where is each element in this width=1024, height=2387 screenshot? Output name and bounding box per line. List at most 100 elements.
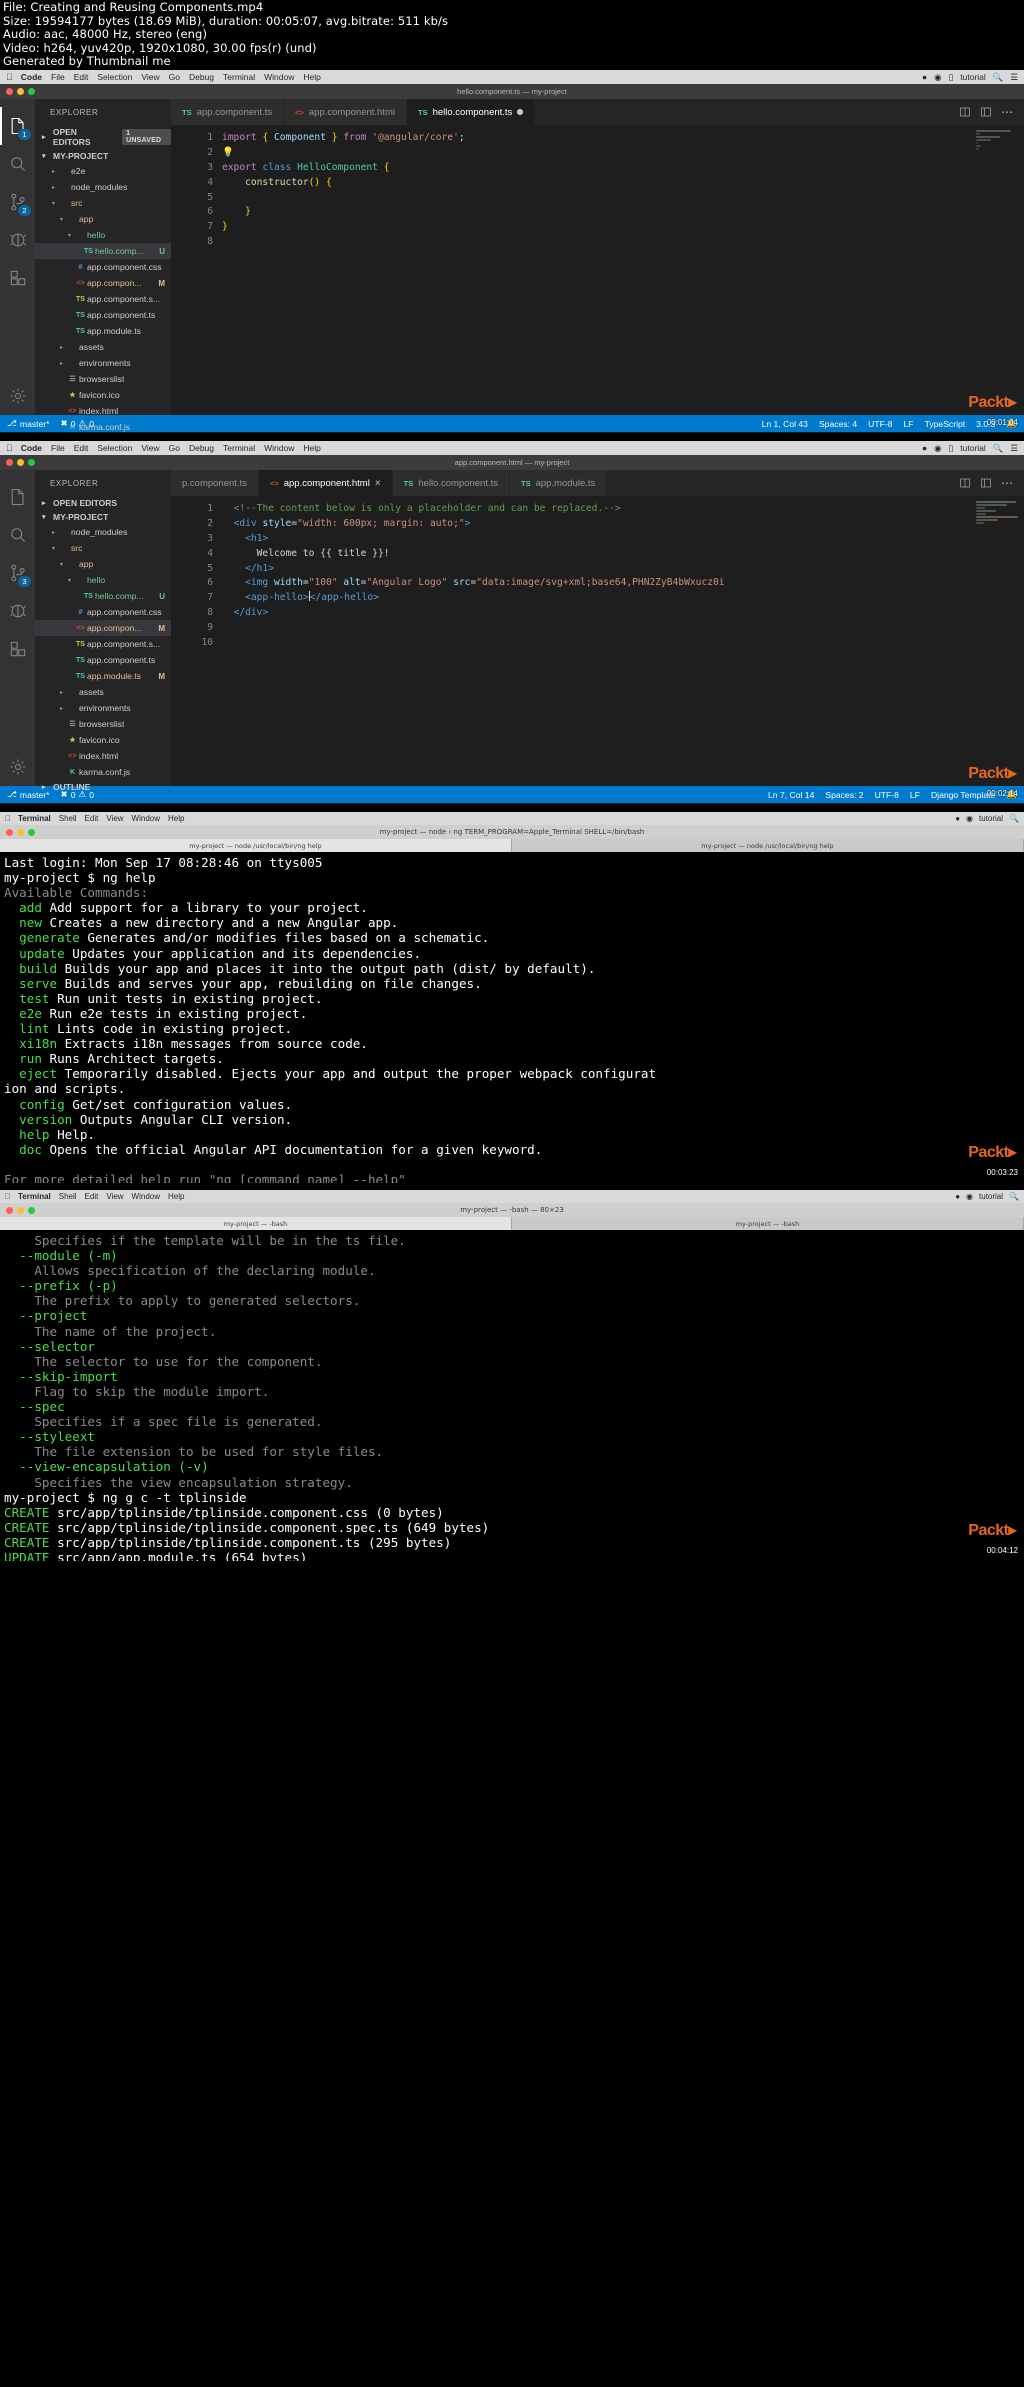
wifi-icon[interactable]: ◉ — [966, 814, 973, 823]
file-tree-row[interactable]: TS hello.comp... U — [35, 243, 171, 259]
status-encoding[interactable]: UTF-8 — [868, 419, 892, 429]
file-tree-row[interactable]: ▾ app — [35, 211, 171, 227]
activity-settings[interactable] — [0, 748, 35, 786]
user-menu[interactable]: tutorial — [979, 1192, 1003, 1201]
status-cursor-position[interactable]: Ln 7, Col 14 — [768, 790, 814, 800]
display-icon[interactable]: ▯ — [949, 443, 954, 454]
menu-edit[interactable]: Edit — [85, 1192, 99, 1201]
status-indentation[interactable]: Spaces: 4 — [819, 419, 857, 429]
menu-terminal[interactable]: Terminal — [223, 72, 255, 82]
battery-icon[interactable]: ● — [922, 72, 927, 82]
menu-terminal[interactable]: Terminal — [223, 443, 255, 453]
activity-extensions[interactable] — [0, 630, 35, 668]
menu-view[interactable]: View — [106, 814, 123, 823]
file-tree-row[interactable]: ★ favicon.ico — [35, 732, 171, 748]
file-tree-row[interactable]: # app.component.css — [35, 259, 171, 275]
code-editor[interactable]: 1 2 3 4 5 6 7 8 import { Component } from '@ang… — [171, 125, 1024, 415]
apple-logo-icon[interactable]:  — [6, 443, 13, 453]
user-menu[interactable]: tutorial — [979, 814, 1003, 823]
activity-search[interactable] — [0, 145, 35, 183]
battery-icon[interactable]: ● — [955, 814, 960, 823]
status-eol[interactable]: LF — [904, 419, 914, 429]
menu-help[interactable]: Help — [303, 72, 320, 82]
file-tree-row[interactable]: Kkarma.conf.js — [35, 419, 171, 433]
spotlight-search-icon[interactable]: 🔍 — [1009, 1192, 1019, 1201]
section-my-project[interactable]: ▾ MY-PROJECT — [35, 149, 171, 163]
code-content[interactable]: import { Component } from '@angular/core… — [222, 125, 971, 415]
terminal-tab-1[interactable]: my-project — node /usr/local/bin/ng help — [0, 839, 512, 852]
apple-logo-icon[interactable]:  — [5, 814, 11, 823]
file-tree-row[interactable]: <> app.compon... M — [35, 275, 171, 291]
file-tree-row[interactable]: ▸ assets — [35, 684, 171, 700]
terminal-tab-2[interactable]: my-project — node /usr/local/bin/ng help — [512, 839, 1024, 852]
menu-selection[interactable]: Selection — [97, 443, 132, 453]
file-tree-row[interactable]: TS app.module.ts M — [35, 668, 171, 684]
notification-center-icon[interactable]: ☰ — [1010, 72, 1018, 83]
terminal-output[interactable]: Last login: Mon Sep 17 08:28:46 on ttys0… — [0, 852, 1024, 1183]
status-errors[interactable]: ✖ 0 ⚠ 0 — [61, 789, 94, 800]
file-tree-row[interactable]: TS app.component.ts — [35, 652, 171, 668]
menu-code[interactable]: Code — [21, 443, 42, 453]
file-tree-row[interactable]: # app.component.css — [35, 604, 171, 620]
activity-source-control[interactable]: 3 — [0, 554, 35, 592]
file-tree-row[interactable]: ▾ app — [35, 556, 171, 572]
editor-tab[interactable]: TS app.component.ts — [171, 99, 285, 125]
menu-window[interactable]: Window — [132, 814, 160, 823]
status-cursor-position[interactable]: Ln 1, Col 43 — [762, 419, 808, 429]
spotlight-search-icon[interactable]: 🔍 — [1009, 814, 1019, 823]
file-tree-row[interactable]: TS hello.comp... U — [35, 588, 171, 604]
split-editor-icon[interactable] — [959, 474, 971, 493]
file-tree-row[interactable]: ▾ hello — [35, 227, 171, 243]
status-eol[interactable]: LF — [910, 790, 920, 800]
notification-center-icon[interactable]: ☰ — [1010, 443, 1018, 454]
spotlight-search-icon[interactable]: 🔍 — [993, 443, 1004, 454]
menu-help[interactable]: Help — [168, 814, 184, 823]
file-tree-row[interactable]: Kkarma.conf.js — [35, 764, 171, 780]
display-icon[interactable]: ▯ — [949, 72, 954, 83]
minimap[interactable] — [971, 496, 1024, 786]
menu-selection[interactable]: Selection — [97, 72, 132, 82]
menu-view[interactable]: View — [141, 443, 159, 453]
section-my-project[interactable]: ▾ MY-PROJECT — [35, 510, 171, 524]
user-menu[interactable]: tutorial — [960, 72, 986, 82]
menu-debug[interactable]: Debug — [189, 72, 214, 82]
status-language[interactable]: TypeScript — [925, 419, 966, 429]
menu-view[interactable]: View — [106, 1192, 123, 1201]
terminal-tab-1[interactable]: my-project — -bash — [0, 1217, 512, 1230]
menu-help[interactable]: Help — [303, 443, 320, 453]
file-tree-row[interactable]: <> index.html — [35, 403, 171, 419]
code-editor[interactable]: 1 2 3 4 5 6 7 8 9 10 <!--The content below is onl… — [171, 496, 1024, 786]
menu-edit[interactable]: Edit — [74, 443, 89, 453]
terminal-output[interactable]: Specifies if the template will be in the… — [0, 1230, 1024, 1561]
file-tree-row[interactable]: TS app.component.s... — [35, 636, 171, 652]
status-language[interactable]: Django Template — [931, 790, 995, 800]
activity-source-control[interactable]: 2 — [0, 183, 35, 221]
editor-tab[interactable]: <> app.component.html × — [258, 470, 393, 496]
file-tree-row[interactable]: ▾ hello — [35, 572, 171, 588]
menu-file[interactable]: File — [51, 443, 65, 453]
menu-shell[interactable]: Shell — [59, 1192, 77, 1201]
spotlight-search-icon[interactable]: 🔍 — [993, 72, 1004, 83]
status-encoding[interactable]: UTF-8 — [875, 790, 899, 800]
battery-icon[interactable]: ● — [922, 443, 927, 453]
wifi-icon[interactable]: ◉ — [934, 443, 941, 454]
tab-close-icon[interactable]: × — [375, 478, 381, 489]
editor-tab[interactable]: <> app.component.html — [284, 99, 407, 125]
apple-logo-icon[interactable]:  — [6, 72, 13, 82]
wifi-icon[interactable]: ◉ — [966, 1192, 973, 1201]
file-tree-row[interactable]: ▸ assets — [35, 339, 171, 355]
activity-extensions[interactable] — [0, 259, 35, 297]
code-content[interactable]: <!--The content below is only a placehol… — [222, 496, 971, 786]
activity-debug[interactable] — [0, 221, 35, 259]
activity-explorer[interactable]: 1 — [0, 107, 35, 145]
file-tree-row[interactable]: TS app.component.s... — [35, 291, 171, 307]
section-open-editors[interactable]: ▸ OPEN EDITORS — [35, 496, 171, 510]
menu-go[interactable]: Go — [169, 72, 180, 82]
menu-window[interactable]: Window — [264, 443, 294, 453]
apple-logo-icon[interactable]:  — [5, 1192, 11, 1201]
file-tree-row[interactable]: ☰ browserslist — [35, 716, 171, 732]
menu-debug[interactable]: Debug — [189, 443, 214, 453]
menu-terminal[interactable]: Terminal — [18, 1192, 51, 1201]
file-tree-row[interactable]: ▸ environments — [35, 355, 171, 371]
file-tree-row[interactable]: TS app.module.ts — [35, 323, 171, 339]
